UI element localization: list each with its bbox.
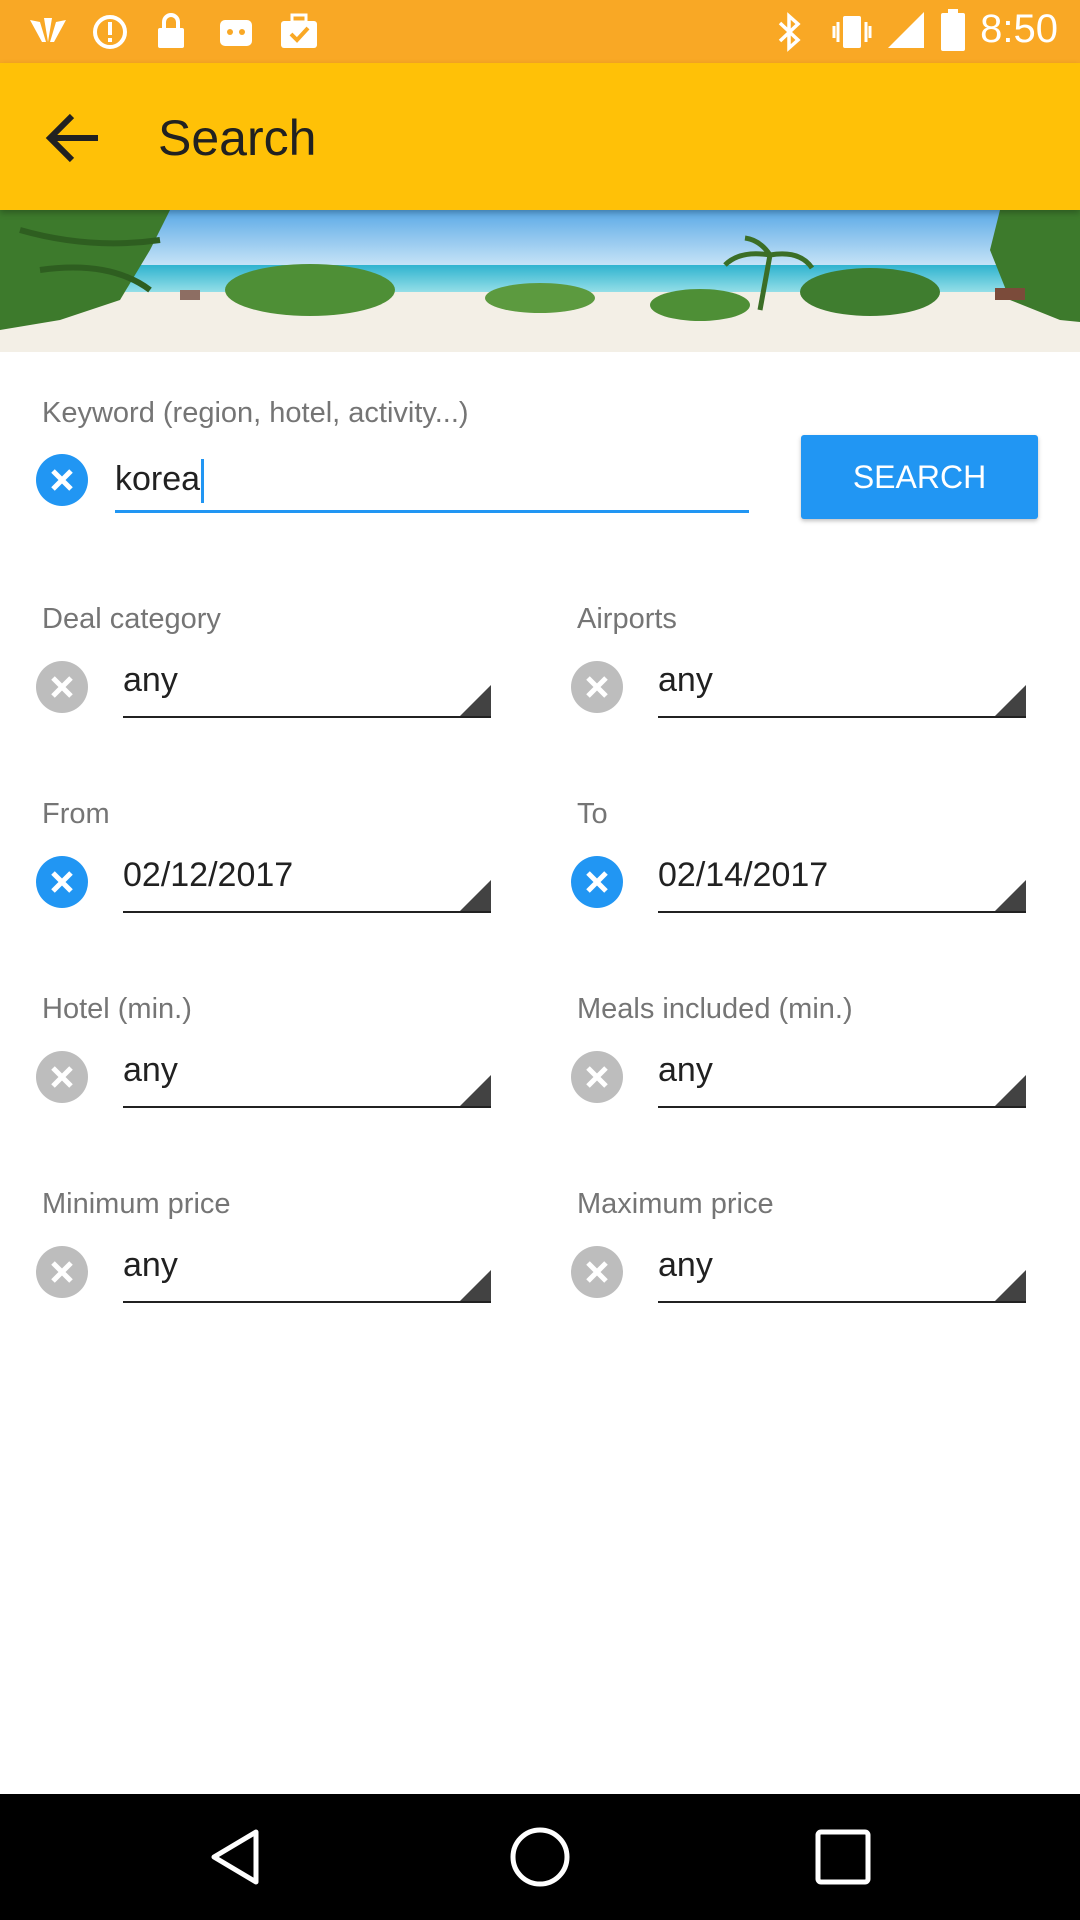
lock-icon xyxy=(158,13,184,48)
bluetooth-icon xyxy=(778,12,801,52)
dropdown-arrow-icon xyxy=(460,1075,491,1106)
hotel-min-field: any xyxy=(36,1042,522,1112)
keyword-clear-icon[interactable] xyxy=(36,454,88,506)
app-bar: Search xyxy=(0,63,1080,210)
to-date-dropdown[interactable]: 02/14/2017 xyxy=(658,847,1026,913)
minimum-price-label: Minimum price xyxy=(42,1188,231,1220)
airports-value: any xyxy=(658,661,713,699)
deal-category-value: any xyxy=(123,661,178,699)
dropdown-arrow-icon xyxy=(460,685,491,716)
hotel-min-dropdown[interactable]: any xyxy=(123,1042,491,1108)
maximum-price-field: any xyxy=(571,1237,1057,1307)
maximum-price-clear-icon[interactable] xyxy=(571,1246,623,1298)
meals-included-min-label: Meals included (min.) xyxy=(577,993,853,1025)
from-date-field: 02/12/2017 xyxy=(36,847,522,917)
search-button[interactable]: SEARCH xyxy=(801,435,1038,519)
back-triangle-icon[interactable] xyxy=(204,1824,270,1890)
keyword-label: Keyword (region, hotel, activity...) xyxy=(42,397,469,429)
maximum-price-value: any xyxy=(658,1246,713,1284)
navigation-bar xyxy=(0,1794,1080,1920)
minimum-price-dropdown[interactable]: any xyxy=(123,1237,491,1303)
dropdown-arrow-icon xyxy=(460,880,491,911)
keyword-input[interactable]: korea xyxy=(115,451,749,513)
minimum-price-clear-icon[interactable] xyxy=(36,1246,88,1298)
home-circle-icon[interactable] xyxy=(507,1824,573,1890)
deal-category-clear-icon[interactable] xyxy=(36,661,88,713)
from-date-clear-icon[interactable] xyxy=(36,856,88,908)
meals-included-min-dropdown[interactable]: any xyxy=(658,1042,1026,1108)
text-cursor xyxy=(201,459,205,504)
beach-banner-image xyxy=(0,210,1080,352)
dropdown-arrow-icon xyxy=(995,1270,1026,1301)
to-date-clear-icon[interactable] xyxy=(571,856,623,908)
deal-category-field: any xyxy=(36,652,522,722)
recents-square-icon[interactable] xyxy=(810,1824,876,1890)
whale-tail-icon xyxy=(30,18,66,42)
from-date-label: From xyxy=(42,798,110,830)
hotel-min-clear-icon[interactable] xyxy=(36,1051,88,1103)
to-date-field: 02/14/2017 xyxy=(571,847,1057,917)
dropdown-arrow-icon xyxy=(995,685,1026,716)
dropdown-arrow-icon xyxy=(460,1270,491,1301)
meals-included-min-value: any xyxy=(658,1051,713,1089)
signal-icon xyxy=(888,12,924,48)
airports-label: Airports xyxy=(577,603,677,635)
maximum-price-dropdown[interactable]: any xyxy=(658,1237,1026,1303)
deal-category-label: Deal category xyxy=(42,603,221,635)
meals-included-min-field: any xyxy=(571,1042,1057,1112)
clock: 8:50 xyxy=(980,7,1058,51)
hotel-min-label: Hotel (min.) xyxy=(42,993,192,1025)
from-date-dropdown[interactable]: 02/12/2017 xyxy=(123,847,491,913)
to-date-label: To xyxy=(577,798,608,830)
status-bar: 8:50 xyxy=(0,0,1080,63)
from-date-value: 02/12/2017 xyxy=(123,856,294,894)
android-icon xyxy=(220,20,252,46)
hotel-min-value: any xyxy=(123,1051,178,1089)
keyword-value: korea xyxy=(115,460,201,498)
minimum-price-value: any xyxy=(123,1246,178,1284)
airports-field: any xyxy=(571,652,1057,722)
deal-category-dropdown[interactable]: any xyxy=(123,652,491,718)
page-title: Search xyxy=(158,110,317,166)
dropdown-arrow-icon xyxy=(995,880,1026,911)
maximum-price-label: Maximum price xyxy=(577,1188,774,1220)
minimum-price-field: any xyxy=(36,1237,522,1307)
meals-included-min-clear-icon[interactable] xyxy=(571,1051,623,1103)
vibrate-icon xyxy=(832,16,872,48)
briefcase-check-icon xyxy=(281,13,317,48)
airports-dropdown[interactable]: any xyxy=(658,652,1026,718)
alert-circle-icon xyxy=(93,15,127,49)
arrow-back-icon[interactable] xyxy=(44,111,102,165)
airports-clear-icon[interactable] xyxy=(571,661,623,713)
dropdown-arrow-icon xyxy=(995,1075,1026,1106)
battery-icon xyxy=(941,9,965,51)
to-date-value: 02/14/2017 xyxy=(658,856,829,894)
